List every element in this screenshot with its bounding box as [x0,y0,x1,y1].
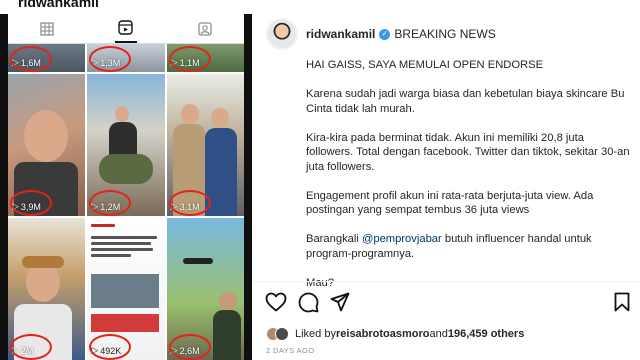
thumbnail-drone [182,258,213,264]
avatar[interactable] [266,18,298,50]
post-caption: HAI GAISS, SAYA MEMULAI OPEN ENDORSE Kar… [306,58,632,305]
mention-link[interactable]: @pemprovjabar [362,233,442,245]
share-icon [330,292,350,312]
grid-tile[interactable]: ▷ 1,2M [87,74,165,216]
profile-header: ridwankamil [0,0,252,14]
bookmark-icon [614,292,630,312]
thumbnail-hat [22,256,64,268]
save-button[interactable] [610,290,634,314]
grid-icon [40,21,54,36]
verified-badge-icon: ✓ [379,28,391,40]
tab-posts[interactable] [36,18,58,40]
grid-tile[interactable]: ▷ 1,3M [87,44,165,72]
liker-avatar [275,327,289,341]
annotation-circle [168,190,211,216]
likes-count[interactable]: 196,459 others [448,328,524,340]
post-username[interactable]: ridwankamil [306,27,375,41]
grid-tile[interactable]: ▷ 1,6M [8,44,86,72]
profile-username[interactable]: ridwankamil [18,0,99,10]
thumbnail-news-image [91,274,160,308]
annotation-circle [10,190,52,216]
caption-paragraph: HAI GAISS, SAYA MEMULAI OPEN ENDORSE [306,59,544,71]
divider [252,281,640,282]
tab-tagged[interactable] [194,18,216,40]
annotation-circle [168,46,211,72]
reels-icon [118,20,134,35]
profile-tabs [8,14,244,44]
caption-paragraph: Barangkali @pemprovjabar butuh influence… [306,233,592,260]
post-header-text: ridwankamil ✓ BREAKING NEWS [306,27,496,41]
grid-tile[interactable]: ▷ 2M [8,218,86,360]
post-header-caption: BREAKING NEWS [394,27,496,41]
profile-panel: ridwankamil ▷1,6M ▷1,3M ▷1,1M ▷3,9M [0,0,252,360]
post-actions [264,290,636,316]
grid-tile[interactable]: ▷ 3,9M [8,74,86,216]
annotation-circle [168,334,211,360]
annotation-circle [89,334,132,360]
post-panel: ridwankamil ✓ BREAKING NEWS HAI GAISS, S… [252,0,640,360]
tagged-icon [197,21,212,36]
thumbnail-dinosaur [99,154,154,184]
annotation-circle [89,190,132,216]
grid-tile[interactable]: ▷ 1,1M [166,44,244,72]
heart-icon [265,292,287,312]
caption-closing: Mau? [306,276,334,289]
annotation-circle [10,46,52,72]
comment-icon [298,292,318,312]
tab-reels[interactable] [114,15,137,43]
caption-paragraph: Engagement profil akun ini rata-rata ber… [306,189,594,217]
liker-username[interactable]: reisabrotoasmoro [336,328,430,340]
annotation-circle [10,334,52,360]
thumbnail-person [24,110,68,162]
like-button[interactable] [264,290,288,314]
share-button[interactable] [328,290,352,314]
post-header: ridwankamil ✓ BREAKING NEWS [252,18,640,52]
likes-summary: Liked by reisabrotoasmoro and 196,459 ot… [266,326,524,342]
caption-paragraph: Karena sudah jadi warga biasa dan kebetu… [306,88,625,115]
grid-tile[interactable]: ▷ 492K [87,218,165,360]
comment-button[interactable] [296,290,320,314]
reels-grid: ▷ 1,6M ▷ 1,3M ▷ 1,1M ▷ 3,9M ▷ 1,2M ▷ 3,1… [8,44,244,360]
annotation-circle [89,46,132,72]
grid-tile[interactable]: ▷ 2,6M [166,218,244,360]
grid-tile[interactable]: ▷ 3,1M [166,74,244,216]
caption-paragraph: Kira-kira pada berminat tidak. Akun ini … [306,131,630,173]
post-timestamp[interactable]: 2 DAYS AGO [266,346,314,355]
